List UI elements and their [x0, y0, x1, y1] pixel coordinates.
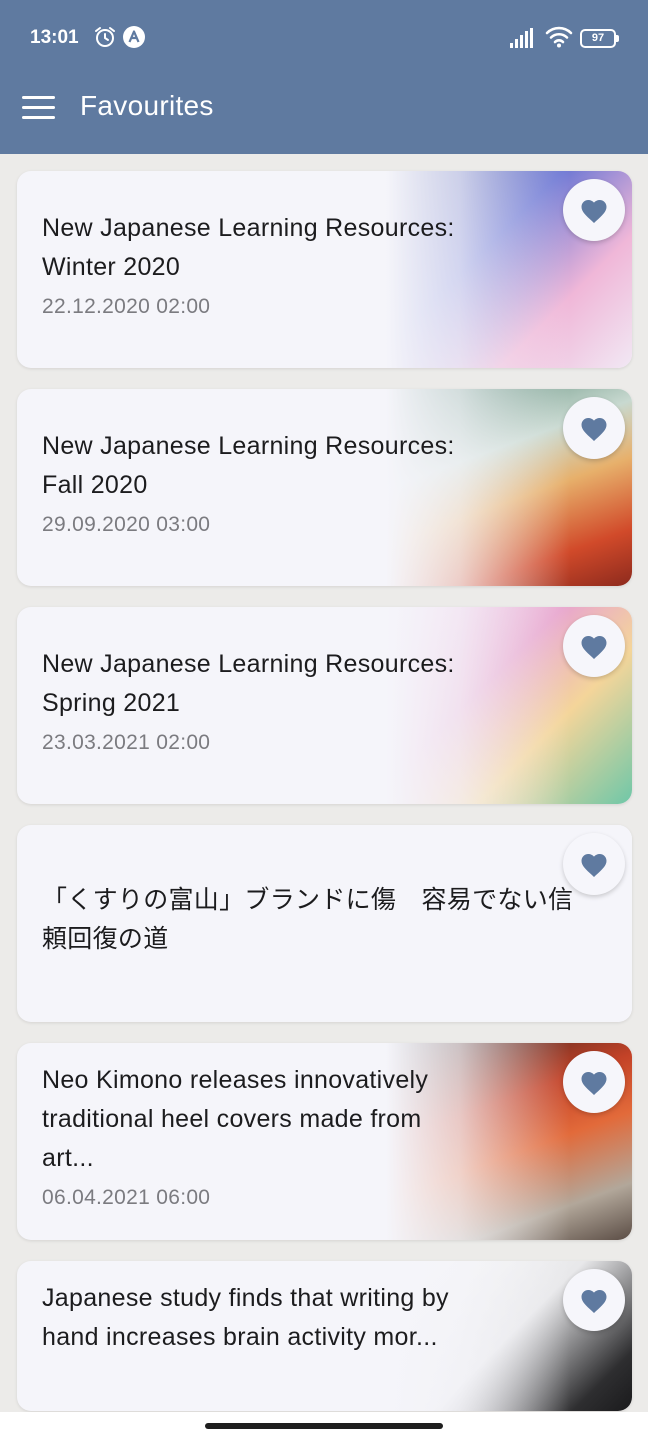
signal-icon [510, 28, 533, 48]
article-card[interactable]: New Japanese Learning Resources: Fall 20… [17, 389, 632, 586]
heart-icon [581, 854, 607, 877]
article-headline: 「くすりの富山」ブランドに傷 容易でない信頼回復の道 [42, 886, 574, 953]
heart-icon [581, 200, 607, 223]
favourite-button[interactable] [563, 397, 625, 459]
alarm-icon [95, 27, 115, 47]
article-headline: New Japanese Learning Resources: Fall 20… [42, 432, 455, 499]
article-card[interactable]: 「くすりの富山」ブランドに傷 容易でない信頼回復の道 [17, 825, 632, 1022]
article-card[interactable]: New Japanese Learning Resources: Winter … [17, 171, 632, 368]
gesture-bar [0, 1412, 648, 1440]
status-bar: 13:01 97 [0, 0, 648, 78]
article-date: 22.12.2020 02:00 [42, 295, 211, 318]
favourite-button[interactable] [563, 179, 625, 241]
article-date: 29.09.2020 03:00 [42, 513, 211, 536]
favourite-button[interactable] [563, 615, 625, 677]
article-date: 23.03.2021 02:00 [42, 731, 211, 754]
article-card[interactable]: Japanese study finds that writing by han… [17, 1261, 632, 1411]
battery-icon: 97 [580, 29, 620, 48]
article-headline: Neo Kimono releases innovatively traditi… [42, 1066, 429, 1172]
article-headline: New Japanese Learning Resources: Winter … [42, 214, 455, 281]
heart-icon [581, 1290, 607, 1313]
favourites-list[interactable]: New Japanese Learning Resources: Winter … [0, 154, 648, 1412]
article-headline: Japanese study finds that writing by han… [42, 1284, 449, 1351]
favourite-button[interactable] [563, 1051, 625, 1113]
battery-level: 97 [580, 29, 616, 48]
hamburger-menu-icon[interactable] [22, 96, 56, 120]
article-headline: New Japanese Learning Resources: Spring … [42, 650, 455, 717]
article-card[interactable]: New Japanese Learning Resources: Spring … [17, 607, 632, 804]
article-card[interactable]: Neo Kimono releases innovatively traditi… [17, 1043, 632, 1240]
wifi-icon [545, 26, 573, 48]
page-title: Favourites [80, 90, 214, 121]
article-date: 06.04.2021 06:00 [42, 1186, 211, 1209]
heart-icon [581, 1072, 607, 1095]
status-time: 13:01 [30, 27, 79, 48]
favourite-button[interactable] [563, 1269, 625, 1331]
home-indicator[interactable] [205, 1423, 443, 1429]
heart-icon [581, 418, 607, 441]
favourite-button[interactable] [563, 833, 625, 895]
app-a-icon [123, 26, 145, 48]
app-bar: 13:01 97 Favourites [0, 0, 648, 154]
heart-icon [581, 636, 607, 659]
